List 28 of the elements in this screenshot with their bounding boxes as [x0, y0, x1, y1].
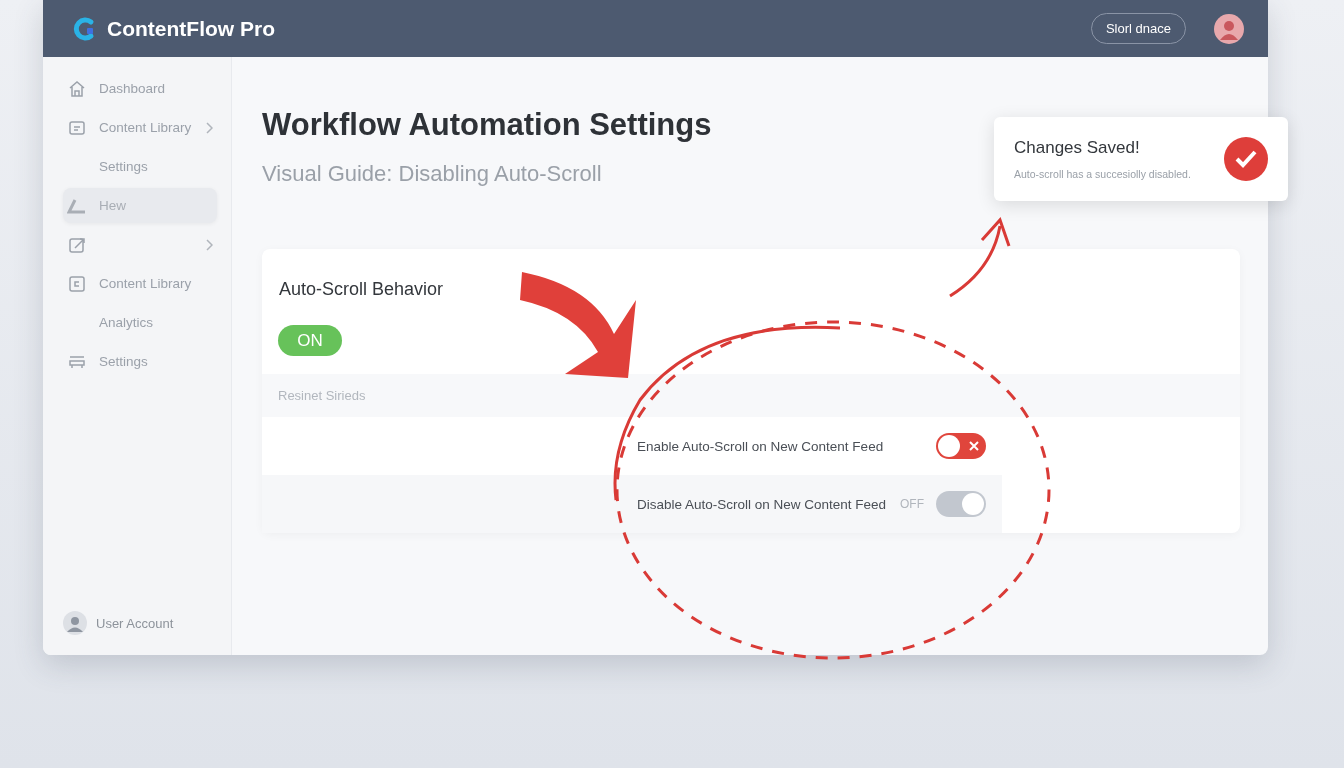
setting-label: Disable Auto-Scroll on New Content Feed [637, 496, 888, 512]
setting-label: Enable Auto-Scroll on New Content Feed [637, 438, 885, 454]
user-avatar-icon [63, 611, 87, 635]
check-icon [1224, 137, 1268, 181]
page-subtitle: Visual Guide: Disabling Auto-Scroll [262, 161, 602, 187]
sidebar-item[interactable]: Content Library [63, 110, 217, 145]
toast-message: Auto-scroll has a succesiolly disabled. [1014, 168, 1191, 180]
avatar-icon[interactable] [1214, 13, 1244, 44]
sidebar-item[interactable]: Settings [63, 344, 217, 379]
on-toggle[interactable]: ON [278, 325, 342, 356]
sidebar-item[interactable]: Settings [63, 149, 217, 184]
state-label: OFF [900, 497, 924, 511]
card-title: Auto-Scroll Behavior [278, 279, 445, 300]
sidebar-item[interactable]: Hew [63, 188, 217, 223]
sidebar-item[interactable]: Content Library [63, 266, 217, 301]
user-account-link[interactable]: User Account [96, 615, 174, 631]
toggle-switch[interactable] [936, 491, 986, 517]
close-icon [968, 440, 980, 452]
section-label: Resinet Sirieds [262, 374, 1240, 417]
sidebar-item[interactable]: Analytics [63, 305, 217, 340]
toast-title: Changes Saved! [1014, 138, 1141, 158]
sidebar-item[interactable]: Dashboard [63, 71, 217, 106]
document-icon [67, 273, 87, 294]
home-icon [67, 78, 87, 99]
page-title: Workflow Automation Settings [262, 107, 713, 143]
return-icon [67, 197, 87, 214]
app-title: ContentFlow Pro [107, 16, 276, 41]
toggle-switch[interactable] [936, 433, 986, 459]
